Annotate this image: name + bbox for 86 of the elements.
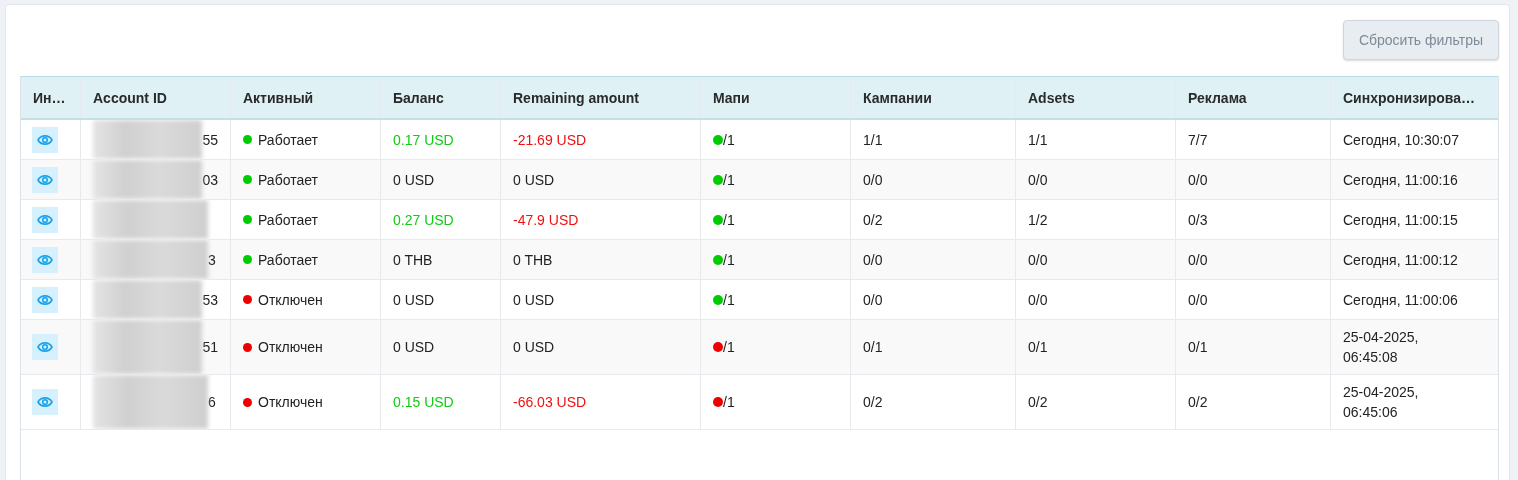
eye-icon [37,396,53,408]
status-text: Работает [258,171,318,188]
column-header[interactable]: Баланс [393,89,444,106]
balance-text: 0.27 USD [393,211,454,228]
balance-text: 0 USD [393,339,435,355]
mapi-count: /1 [723,291,735,308]
account-id: 55 [202,131,218,148]
sync-time: Сегодня, 11:00:12 [1343,250,1458,270]
campaigns-count: 0/2 [863,211,883,228]
adsets-count: 0/0 [1028,291,1048,308]
status-text: Отключен [258,394,323,410]
mapi-count: /1 [723,251,735,268]
view-button[interactable] [32,206,58,233]
view-button[interactable] [32,126,58,153]
status-text: Работает [258,131,318,148]
adsets-count: 1/1 [1028,131,1048,148]
mapi-count: /1 [723,171,735,188]
mapi-count: /1 [723,131,735,148]
balance-text: 0.15 USD [393,394,454,410]
remaining-amount-text: 0 USD [513,171,555,188]
view-button[interactable] [32,334,58,360]
account-id: 6 [208,394,216,410]
account-id: 53 [202,291,218,308]
sync-time: Сегодня, 11:00:15 [1343,210,1458,230]
campaigns-count: 0/0 [863,291,883,308]
remaining-amount-text: 0 USD [513,291,555,308]
eye-icon [37,293,53,306]
ads-count: 0/0 [1188,291,1208,308]
mapi-count: /1 [723,211,735,228]
sync-time: Сегодня, 11:00:16 [1343,170,1458,190]
column-header[interactable]: Кампании [863,89,932,106]
eye-icon [37,213,53,226]
column-header[interactable]: Account ID [93,89,167,106]
column-header[interactable]: Adsets [1028,89,1075,106]
mapi-count: /1 [723,394,735,410]
ads-count: 0/2 [1188,394,1208,410]
adsets-count: 0/0 [1028,251,1048,268]
column-header[interactable]: Реклама [1188,89,1247,106]
account-id: 51 [202,339,218,355]
campaigns-count: 0/0 [863,251,883,268]
adsets-count: 0/2 [1028,394,1048,410]
campaigns-count: 0/0 [863,171,883,188]
eye-icon [37,341,53,353]
eye-icon [37,253,53,266]
eye-icon [37,173,53,186]
ads-count: 0/0 [1188,251,1208,268]
column-header[interactable]: Ин… [33,89,66,106]
remaining-amount-text: -47.9 USD [513,211,579,228]
sync-time: Сегодня, 11:00:06 [1343,290,1458,310]
adsets-count: 0/0 [1028,171,1048,188]
ads-count: 0/0 [1188,171,1208,188]
balance-text: 0 USD [393,171,435,188]
view-button[interactable] [32,166,58,193]
remaining-amount-text: -66.03 USD [513,394,587,410]
column-header[interactable]: Remaining amount [513,89,639,106]
balance-text: 0 USD [393,291,435,308]
account-id: 3 [208,251,216,268]
remaining-amount-text: 0 USD [513,339,555,355]
status-text: Отключен [258,291,323,308]
campaigns-count: 0/2 [863,394,883,410]
ads-count: 0/1 [1188,339,1208,355]
view-button[interactable] [32,286,58,313]
campaigns-count: 1/1 [863,131,883,148]
sync-time: 25-04-2025, 06:45:08 [1343,328,1419,367]
ads-count: 7/7 [1188,131,1208,148]
adsets-count: 1/2 [1028,211,1048,228]
mapi-count: /1 [723,339,735,355]
status-text: Работает [258,251,318,268]
campaigns-count: 0/1 [863,339,883,355]
ads-count: 0/3 [1188,211,1208,228]
balance-text: 0.17 USD [393,131,454,148]
column-header[interactable]: Активный [243,89,314,106]
status-text: Отключен [258,339,323,355]
balance-text: 0 THB [393,251,433,268]
remaining-amount-text: 0 THB [513,251,553,268]
column-header[interactable]: Синхронизирова… [1343,89,1475,106]
eye-icon [37,133,53,146]
sync-time: Сегодня, 10:30:07 [1343,130,1459,150]
column-header[interactable]: Мапи [713,89,750,106]
view-button[interactable] [32,246,58,273]
sync-time: 25-04-2025, 06:45:06 [1343,383,1419,422]
view-button[interactable] [32,389,58,415]
remaining-amount-text: -21.69 USD [513,131,587,148]
status-text: Работает [258,211,318,228]
account-id: 03 [202,171,218,188]
adsets-count: 0/1 [1028,339,1048,355]
